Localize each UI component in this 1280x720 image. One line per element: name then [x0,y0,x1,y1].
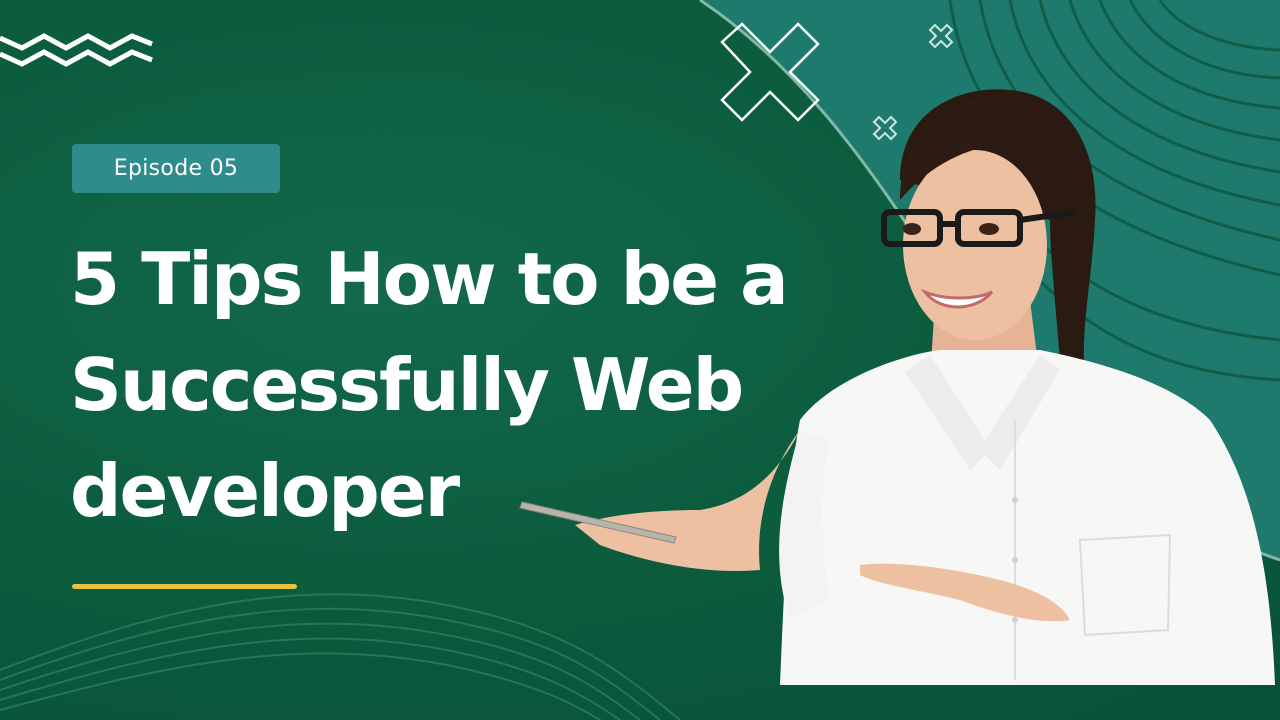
presenter-photo [519,89,1275,685]
episode-badge: Episode 05 [72,144,280,193]
episode-badge-label: Episode 05 [113,156,239,181]
zigzag-icon [0,33,153,67]
accent-underline [72,584,297,589]
